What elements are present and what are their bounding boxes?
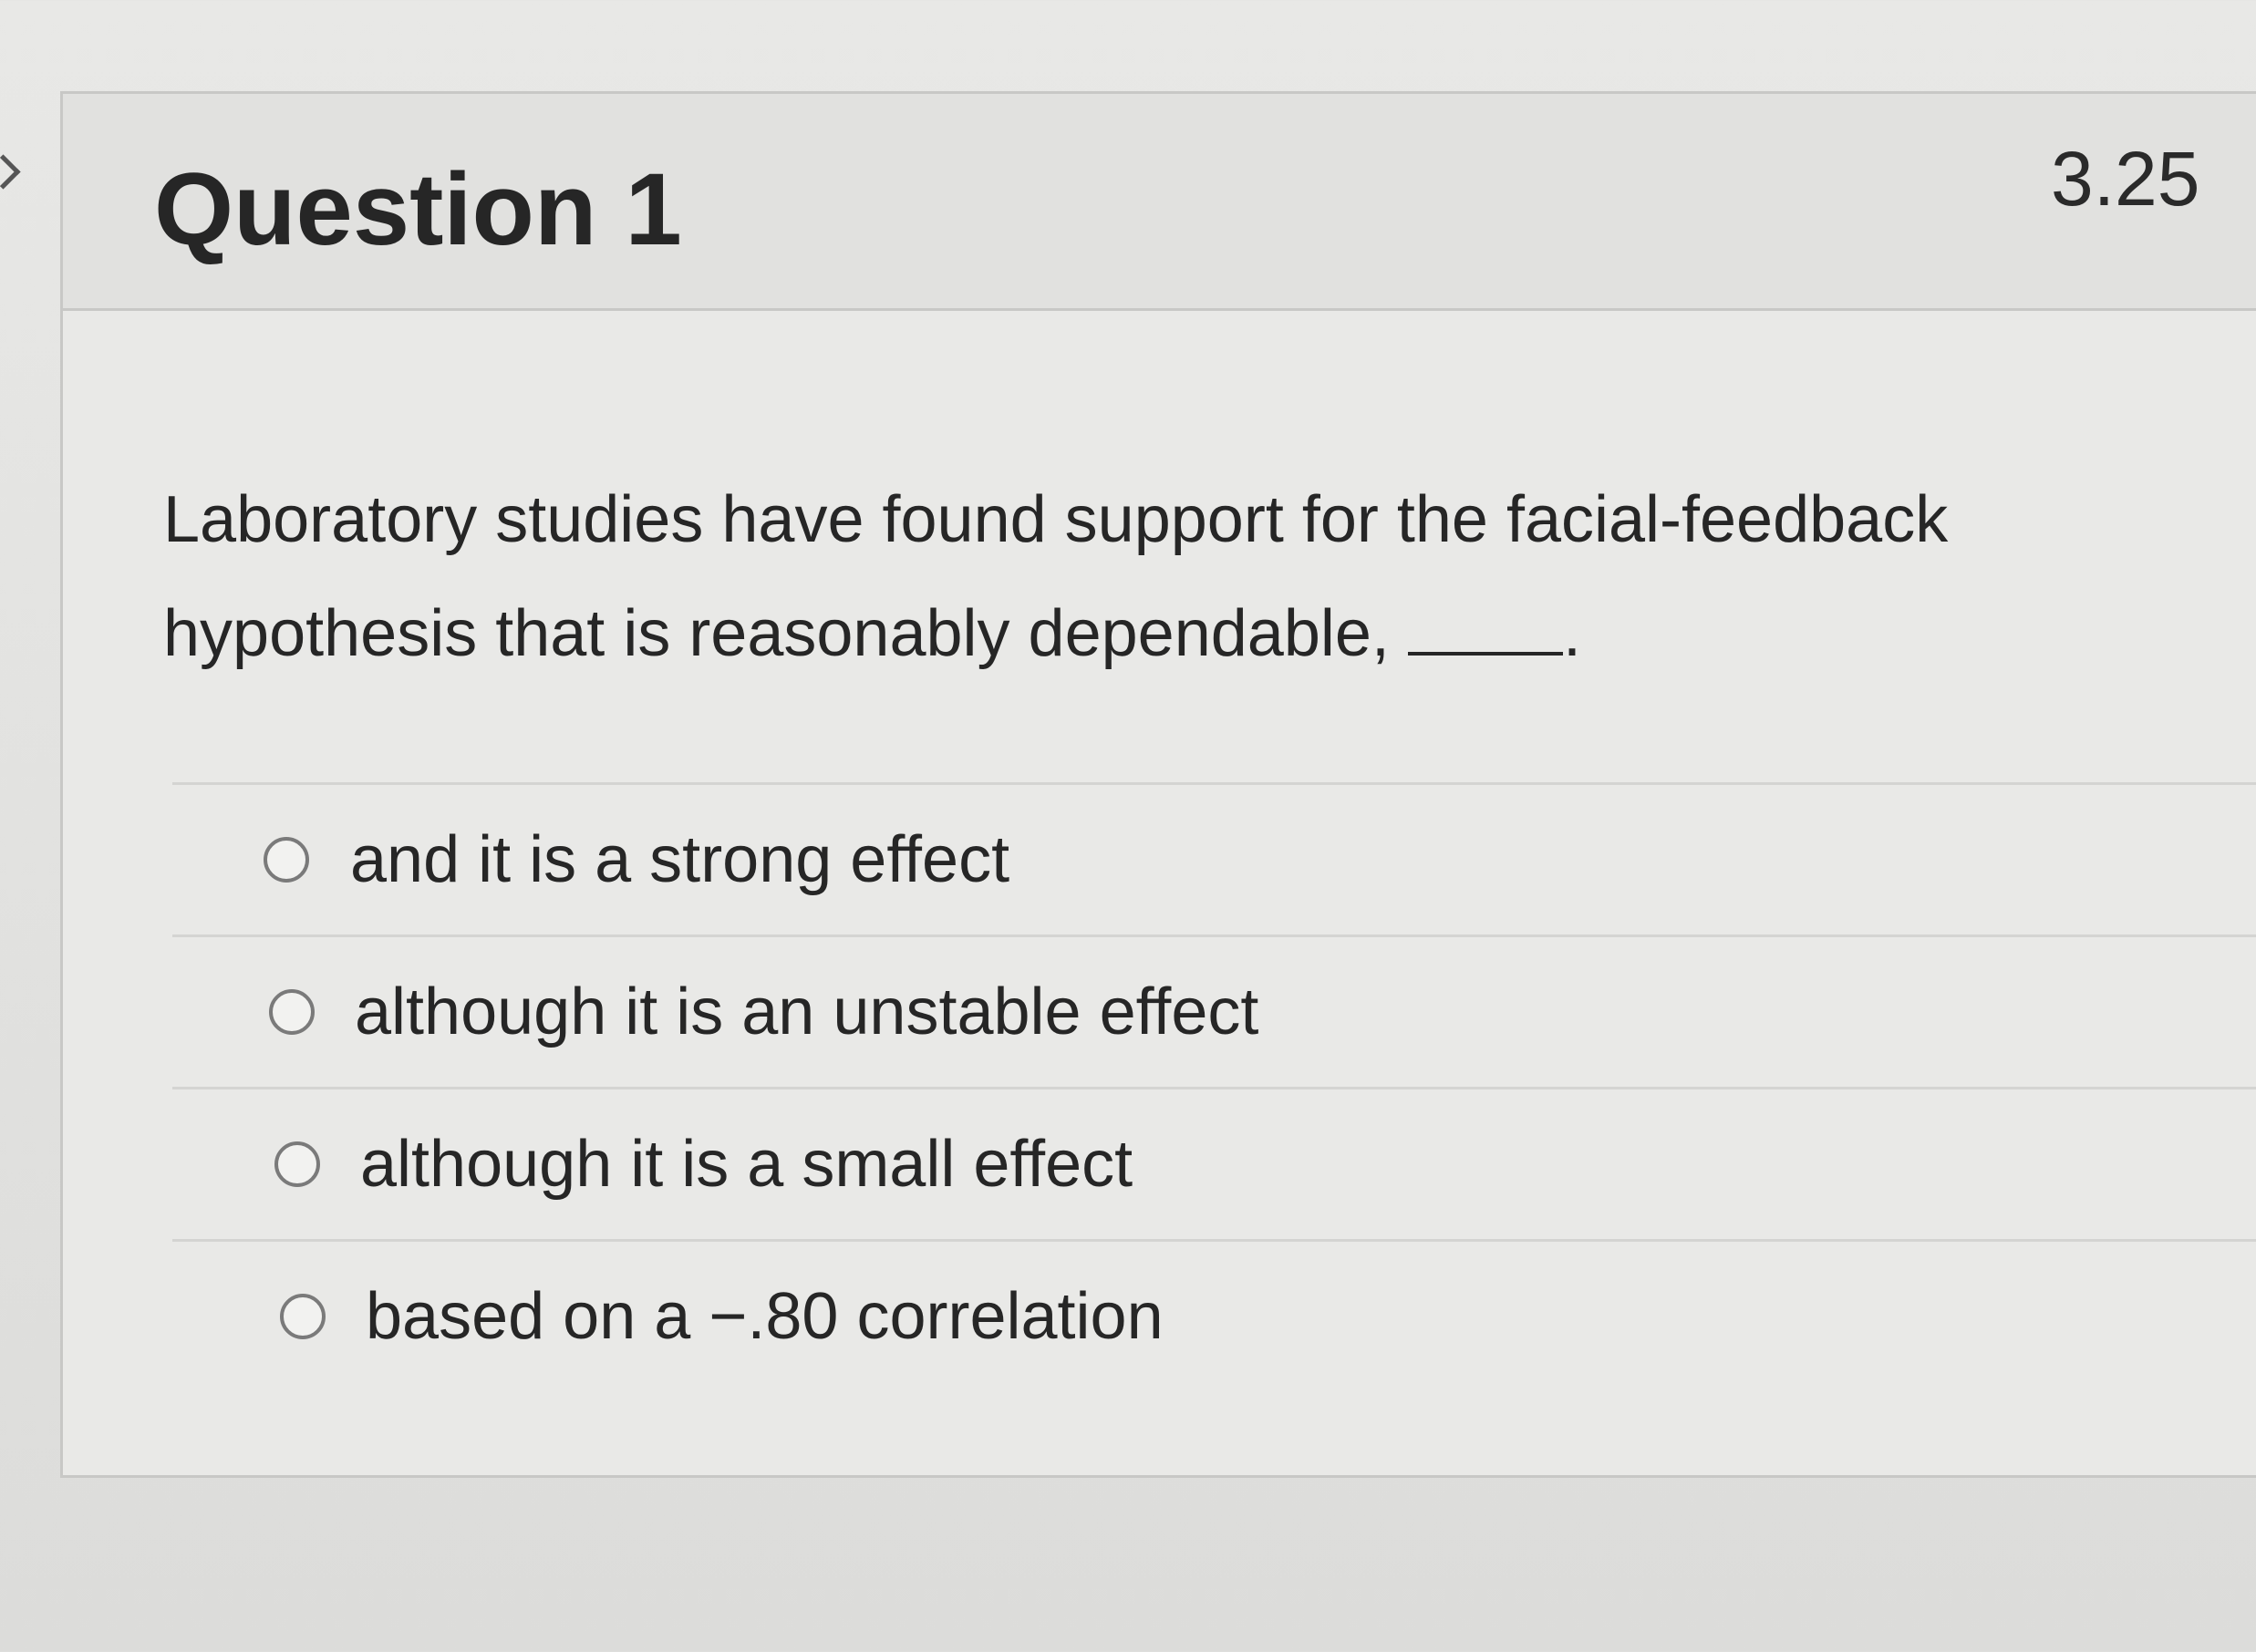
- question-prompt-text: Laboratory studies have found support fo…: [163, 483, 1949, 670]
- answer-option[interactable]: although it is an unstable effect: [172, 934, 2256, 1087]
- answer-option[interactable]: although it is a small effect: [172, 1087, 2256, 1239]
- answer-option-label[interactable]: based on a −.80 correlation: [366, 1279, 1164, 1354]
- radio-button-icon[interactable]: [269, 989, 315, 1035]
- question-title: Question 1: [154, 152, 682, 266]
- question-points: 3.25: [2051, 136, 2200, 222]
- question-card: Question 1 3.25 Laboratory studies have …: [60, 91, 2256, 1478]
- radio-button-icon[interactable]: [280, 1294, 326, 1339]
- answer-option-label[interactable]: although it is an unstable effect: [355, 975, 1258, 1049]
- chevron-right-icon[interactable]: [0, 154, 21, 190]
- question-prompt: Laboratory studies have found support fo…: [163, 463, 2256, 691]
- question-prompt-end: .: [1562, 597, 1581, 670]
- fill-in-blank: [1407, 641, 1563, 656]
- radio-button-icon[interactable]: [264, 837, 309, 883]
- radio-button-icon[interactable]: [274, 1141, 320, 1187]
- answer-option-label[interactable]: and it is a strong effect: [350, 822, 1009, 897]
- answer-options: and it is a strong effect although it is…: [172, 782, 2256, 1391]
- answer-option[interactable]: based on a −.80 correlation: [172, 1239, 2256, 1391]
- answer-option-label[interactable]: although it is a small effect: [360, 1127, 1133, 1202]
- answer-option[interactable]: and it is a strong effect: [172, 782, 2256, 934]
- question-header: Question 1 3.25: [63, 94, 2256, 311]
